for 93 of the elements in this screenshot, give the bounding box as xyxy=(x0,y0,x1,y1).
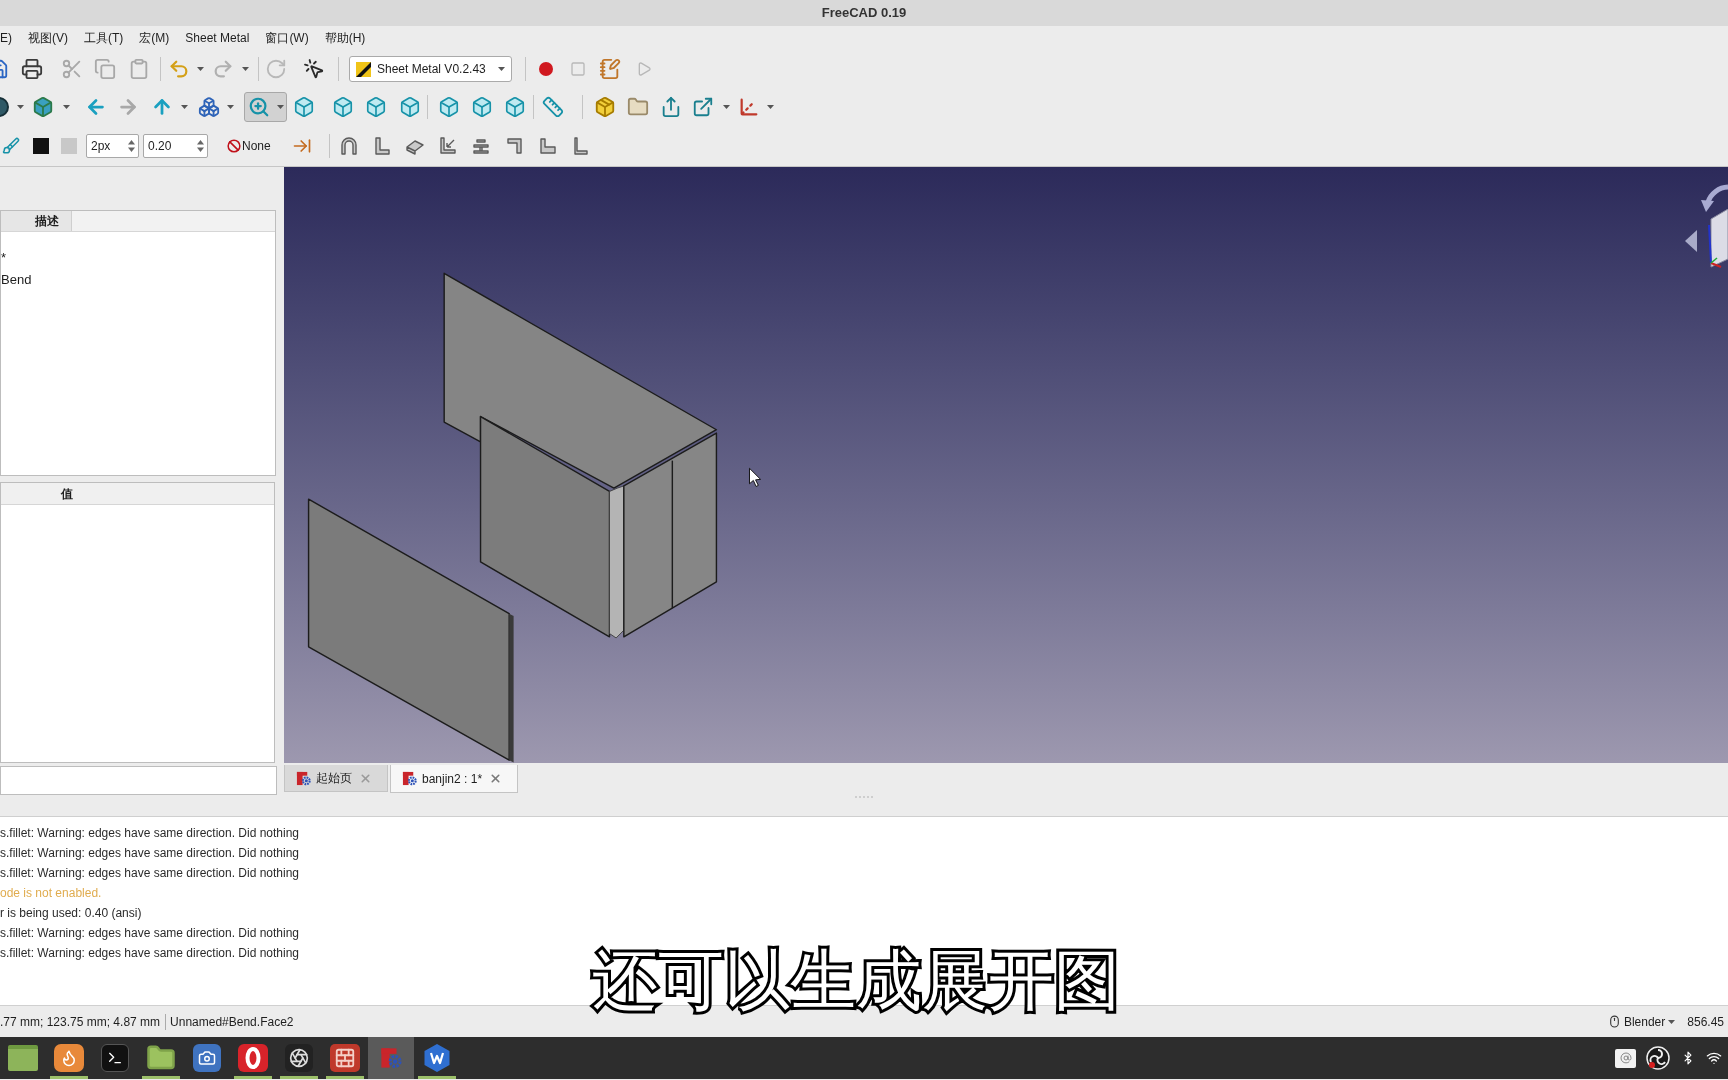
caret-icon[interactable] xyxy=(767,105,774,109)
menu-item[interactable]: 宏(M) xyxy=(139,29,170,47)
caret-icon[interactable] xyxy=(1668,1019,1676,1024)
arrow-up-icon[interactable] xyxy=(151,96,173,118)
boxes-icon[interactable] xyxy=(198,96,220,118)
caret-icon[interactable] xyxy=(63,105,70,109)
workbench-dropdown[interactable]: Sheet Metal V0.2.43 xyxy=(349,56,512,82)
spin-box[interactable]: 0.20 xyxy=(143,134,208,158)
input-field[interactable] xyxy=(0,766,277,795)
menu-item[interactable]: 视图(V) xyxy=(28,29,68,47)
menu-item[interactable]: Sheet Metal xyxy=(185,29,250,47)
spin-arrows-icon[interactable] xyxy=(197,139,204,153)
aperture-icon[interactable] xyxy=(285,1044,313,1072)
share-icon[interactable] xyxy=(660,96,682,118)
ruler-icon[interactable] xyxy=(542,96,564,118)
gear-icon[interactable] xyxy=(402,771,417,786)
corner-arrow-icon[interactable] xyxy=(437,136,458,156)
caret-icon[interactable] xyxy=(227,105,234,109)
selection-info: Unnamed#Bend.Face2 xyxy=(170,1013,294,1031)
hexagon-icon[interactable] xyxy=(423,1043,451,1073)
console-line: r is being used: 0.40 (ansi) xyxy=(0,906,142,920)
wifi-icon[interactable] xyxy=(1706,1050,1722,1066)
dimension-text: 856.45 xyxy=(1687,1013,1724,1031)
menu-item[interactable]: 帮助(H) xyxy=(324,29,366,47)
menu-item[interactable]: E) xyxy=(0,29,12,47)
caret-icon[interactable] xyxy=(723,105,730,109)
menu-item[interactable]: 窗口(W) xyxy=(265,29,309,47)
flame-icon[interactable] xyxy=(54,1044,84,1072)
menu-item[interactable]: 工具(T) xyxy=(84,29,124,47)
hook-icon[interactable] xyxy=(504,136,525,156)
stripes-icon xyxy=(356,61,371,77)
at-sign-icon[interactable] xyxy=(1615,1048,1636,1068)
step-icon[interactable] xyxy=(537,136,558,156)
window-title: FreeCAD 0.19 xyxy=(821,4,907,23)
axes-icon[interactable] xyxy=(738,96,760,118)
console-line: s.fillet: Warning: edges have same direction. Did nothing xyxy=(0,826,300,840)
cursor-position: .77 mm; 123.75 mm; 4.87 mm xyxy=(0,1013,161,1031)
cube-icon[interactable] xyxy=(471,96,493,118)
ring-icon[interactable] xyxy=(238,1044,268,1072)
split-lines-icon[interactable] xyxy=(470,136,491,156)
spin-arrows-icon[interactable] xyxy=(128,139,135,153)
console-line: s.fillet: Warning: edges have same direction. Did nothing xyxy=(0,926,300,940)
cube-icon[interactable] xyxy=(504,96,526,118)
pointer-click-icon[interactable] xyxy=(303,58,325,80)
tree-item[interactable]: * xyxy=(1,250,7,265)
cube-icon[interactable] xyxy=(365,96,387,118)
color-swatch-icon[interactable] xyxy=(61,138,77,154)
caret-icon[interactable] xyxy=(197,67,204,71)
tree-item[interactable]: Bend xyxy=(1,272,32,287)
circle-blades-icon[interactable] xyxy=(1646,1046,1670,1070)
camera-icon[interactable] xyxy=(193,1044,221,1072)
document-tab[interactable]: 起始页 xyxy=(284,765,388,792)
caret-icon[interactable] xyxy=(181,105,188,109)
console-line: s.fillet: Warning: edges have same direction. Did nothing xyxy=(0,866,300,880)
console-line: s.fillet: Warning: edges have same direction. Did nothing xyxy=(0,846,300,860)
console-line: ode is not enabled. xyxy=(0,886,102,900)
record-icon[interactable] xyxy=(538,61,554,77)
box-icon[interactable] xyxy=(32,96,54,118)
mouse-icon xyxy=(1607,1015,1621,1028)
notebook-pen-icon[interactable] xyxy=(599,58,621,80)
color-swatch-icon[interactable] xyxy=(33,138,49,154)
printer-icon[interactable] xyxy=(21,58,43,80)
brush-icon[interactable] xyxy=(2,137,20,155)
3d-viewport[interactable] xyxy=(284,167,1728,763)
caret-icon[interactable] xyxy=(277,105,284,109)
mouse-pointer-icon xyxy=(749,467,761,487)
gear-icon[interactable] xyxy=(296,770,311,786)
prohibited-icon[interactable] xyxy=(227,139,241,153)
cube-icon[interactable] xyxy=(332,96,354,118)
package-icon[interactable] xyxy=(594,96,616,118)
caret-icon[interactable] xyxy=(498,67,505,71)
nav-cube-icon[interactable] xyxy=(1708,209,1728,268)
cube-icon[interactable] xyxy=(293,96,315,118)
arrow-to-line-icon[interactable] xyxy=(291,136,312,156)
arch-icon[interactable] xyxy=(338,136,359,156)
column-header[interactable]: 值 xyxy=(1,483,274,505)
navigation-style-dropdown[interactable]: Blender xyxy=(1623,1012,1676,1031)
brick-wall-icon[interactable] xyxy=(330,1044,360,1072)
triangle-left-icon[interactable] xyxy=(1685,230,1697,252)
draw-style-button[interactable]: None xyxy=(227,134,271,158)
caret-icon[interactable] xyxy=(17,105,24,109)
column-header[interactable]: 描述 xyxy=(1,211,72,231)
caret-icon[interactable] xyxy=(242,67,249,71)
export-icon[interactable] xyxy=(692,96,714,118)
document-tab[interactable]: banjin2 : 1* xyxy=(390,765,519,793)
cube-icon[interactable] xyxy=(399,96,421,118)
rotate-arrow-icon[interactable] xyxy=(1700,182,1728,213)
console-line: s.fillet: Warning: edges have same direction. Did nothing xyxy=(0,946,300,960)
save-icon[interactable] xyxy=(0,58,9,80)
spin-box[interactable]: 2px xyxy=(86,134,139,158)
cube-icon[interactable] xyxy=(438,96,460,118)
clipboard-icon[interactable] xyxy=(128,58,150,80)
terminal-icon[interactable] xyxy=(101,1044,129,1072)
